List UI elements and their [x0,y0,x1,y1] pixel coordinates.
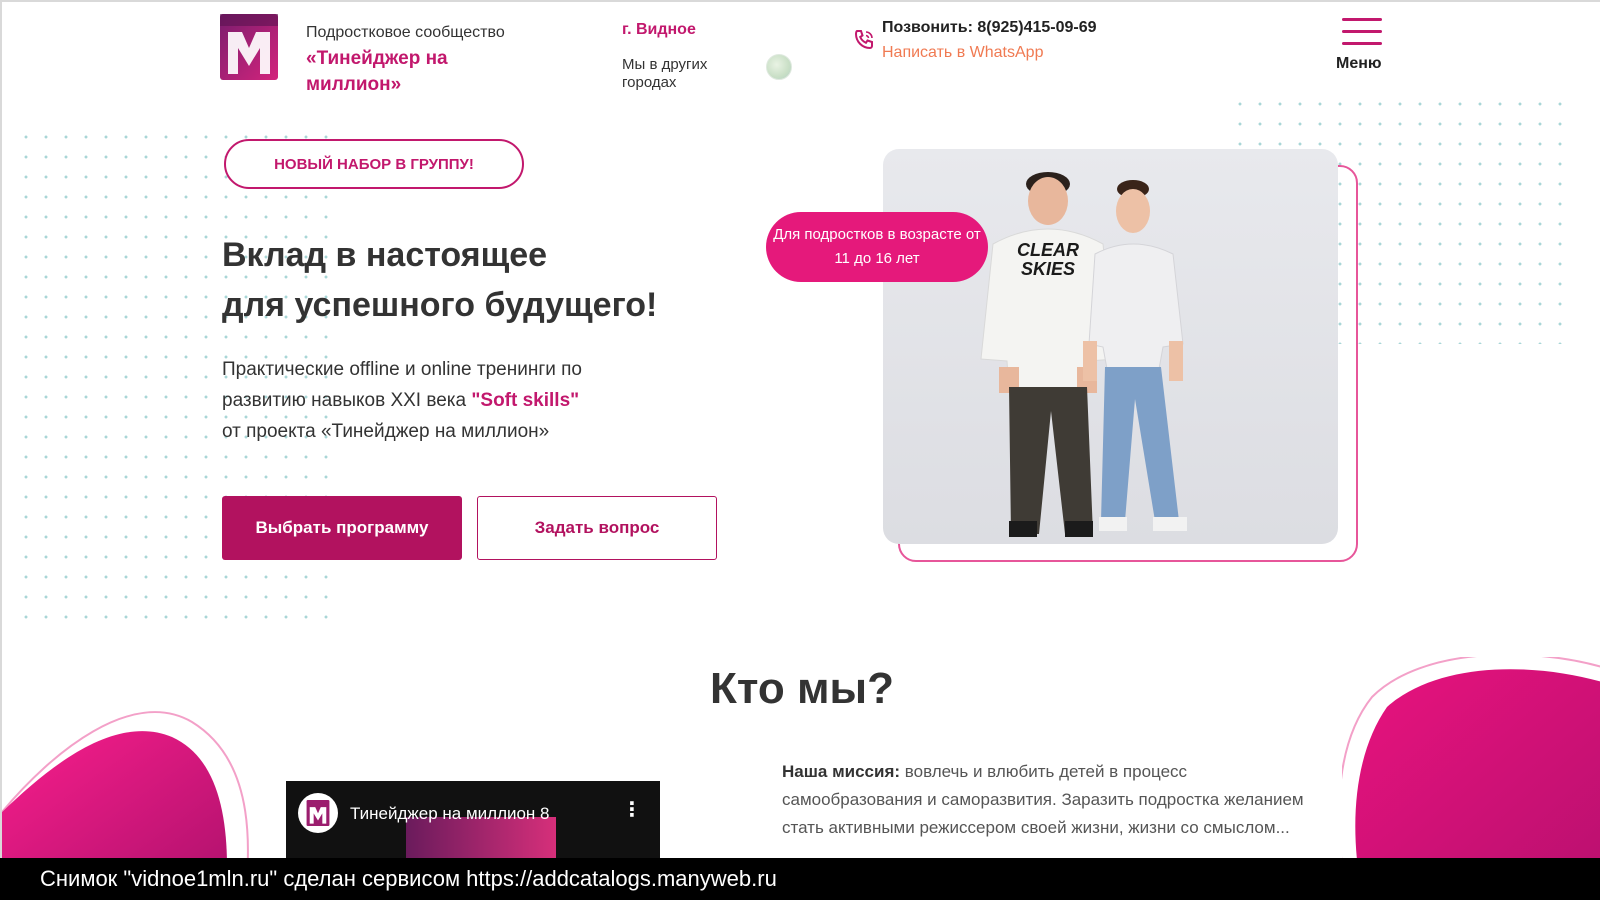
screenshot-caption: Снимок "vidnoe1mln.ru" сделан сервисом h… [0,858,1600,900]
hero-title-line: для успешного будущего! [222,286,658,324]
more-options-icon[interactable]: ⋮ [622,797,642,822]
menu-label: Меню [1336,55,1382,72]
soft-skills-highlight: "Soft skills" [471,390,580,411]
brand-name[interactable]: «Тинейджер на миллион» [306,46,506,98]
decorative-blob-left [2,692,282,858]
about-section-title: Кто мы? [710,664,894,713]
hoodie-print: CLEAR SKIES [1017,240,1079,279]
logo-icon[interactable] [220,14,278,80]
new-group-badge[interactable]: НОВЫЙ НАБОР В ГРУППУ! [224,139,524,189]
menu-button[interactable]: Меню [1328,16,1388,76]
mission-text: Наша миссия: вовлечь и влюбить детей в п… [782,758,1322,842]
hero-description: Практические offline и online тренинги п… [222,354,642,447]
choose-program-button[interactable]: Выбрать программу [222,496,462,560]
hero-title: Вклад в настоящее для успешного будущего… [222,230,657,330]
mission-label: Наша миссия: [782,762,901,781]
hero-text-prefix: развитию навыков XXI века [222,390,472,411]
menu-bar-icon [1342,30,1382,33]
hero-title-line: Вклад в настоящее [222,236,548,274]
phone-icon[interactable] [852,28,876,52]
globe-icon[interactable] [766,54,792,80]
video-player[interactable]: Тинейджер на миллион 8 ⋮ [286,781,660,858]
hero-text-line: от проекта «Тинейджер на миллион» [222,421,550,442]
hero-text-line: Практические offline и online тренинги п… [222,359,582,380]
hero-photo: CLEAR SKIES [883,149,1338,544]
phone-number[interactable]: Позвонить: 8(925)415-09-69 [882,19,1097,37]
menu-bar-icon [1342,18,1382,21]
ask-question-button[interactable]: Задать вопрос [477,496,717,560]
other-cities-link[interactable]: Мы в других городах [622,56,732,92]
page-frame: Подростковое сообщество «Тинейджер на ми… [0,0,1600,858]
brand-subtitle: Подростковое сообщество [306,24,505,41]
city-selector[interactable]: г. Видное [622,21,696,39]
channel-avatar[interactable] [298,793,338,833]
age-range-badge: Для подростков в возрасте от 11 до 16 ле… [766,212,988,282]
whatsapp-link[interactable]: Написать в WhatsApp [882,44,1043,62]
video-title[interactable]: Тинейджер на миллион 8 [350,804,550,824]
menu-bar-icon [1342,42,1382,45]
hero-text-line: развитию навыков XXI века "Soft skills" [222,385,642,416]
